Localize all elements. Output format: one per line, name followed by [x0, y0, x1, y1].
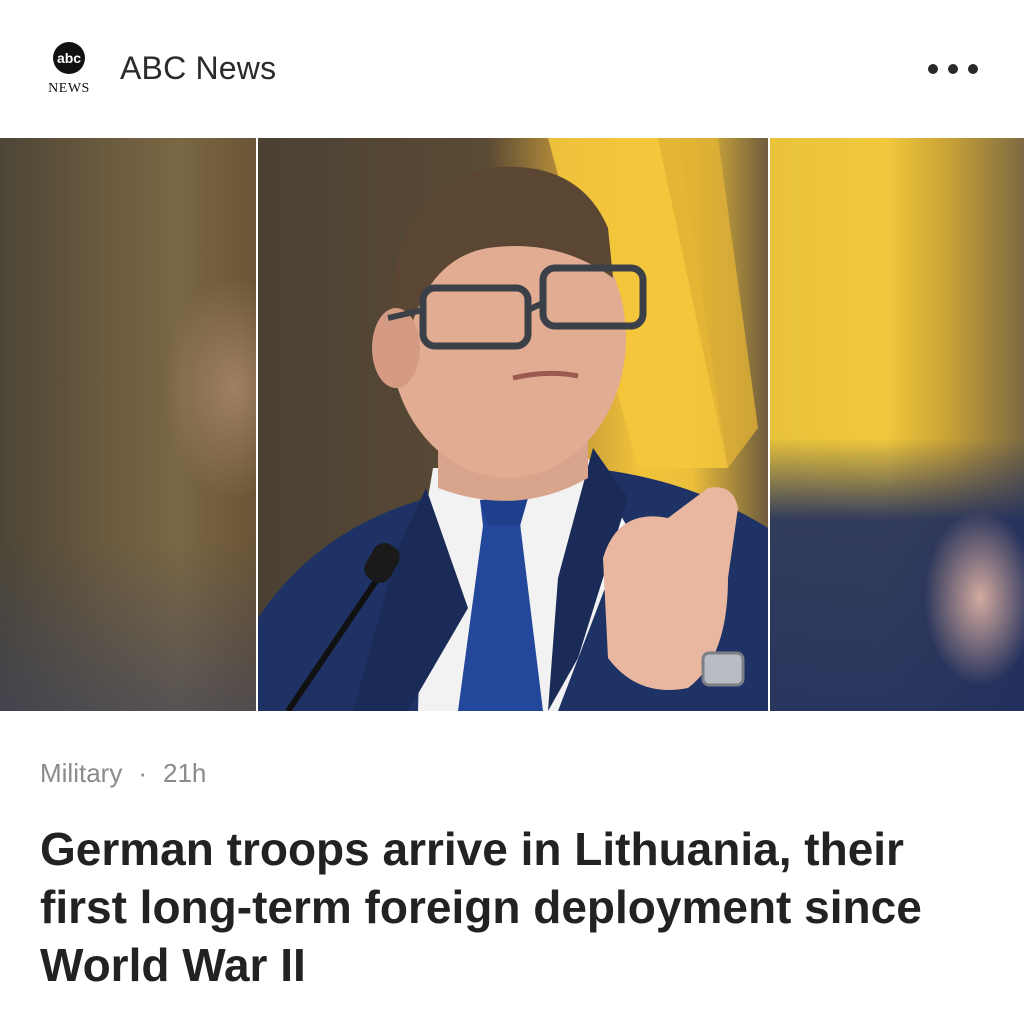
image-blur-right [770, 138, 1024, 711]
meta-separator: · [138, 758, 148, 788]
abc-news-logo[interactable]: abc NEWS [40, 40, 98, 98]
more-options-button[interactable] [928, 58, 978, 80]
article-photo[interactable] [256, 138, 770, 711]
more-horizontal-icon [928, 64, 938, 74]
article-headline[interactable]: German troops arrive in Lithuania, their… [40, 820, 1000, 994]
article-age: 21h [163, 758, 207, 788]
svg-text:NEWS: NEWS [48, 81, 90, 96]
source-name[interactable]: ABC News [120, 50, 276, 87]
more-dot [948, 64, 958, 74]
article-image-carousel[interactable] [0, 138, 1024, 711]
article-meta: Military · 21h [40, 758, 206, 789]
svg-text:abc: abc [57, 50, 81, 66]
more-dot [968, 64, 978, 74]
category-label[interactable]: Military [40, 758, 122, 789]
article-header: abc NEWS ABC News [0, 0, 1024, 138]
image-blur-left [0, 138, 256, 711]
